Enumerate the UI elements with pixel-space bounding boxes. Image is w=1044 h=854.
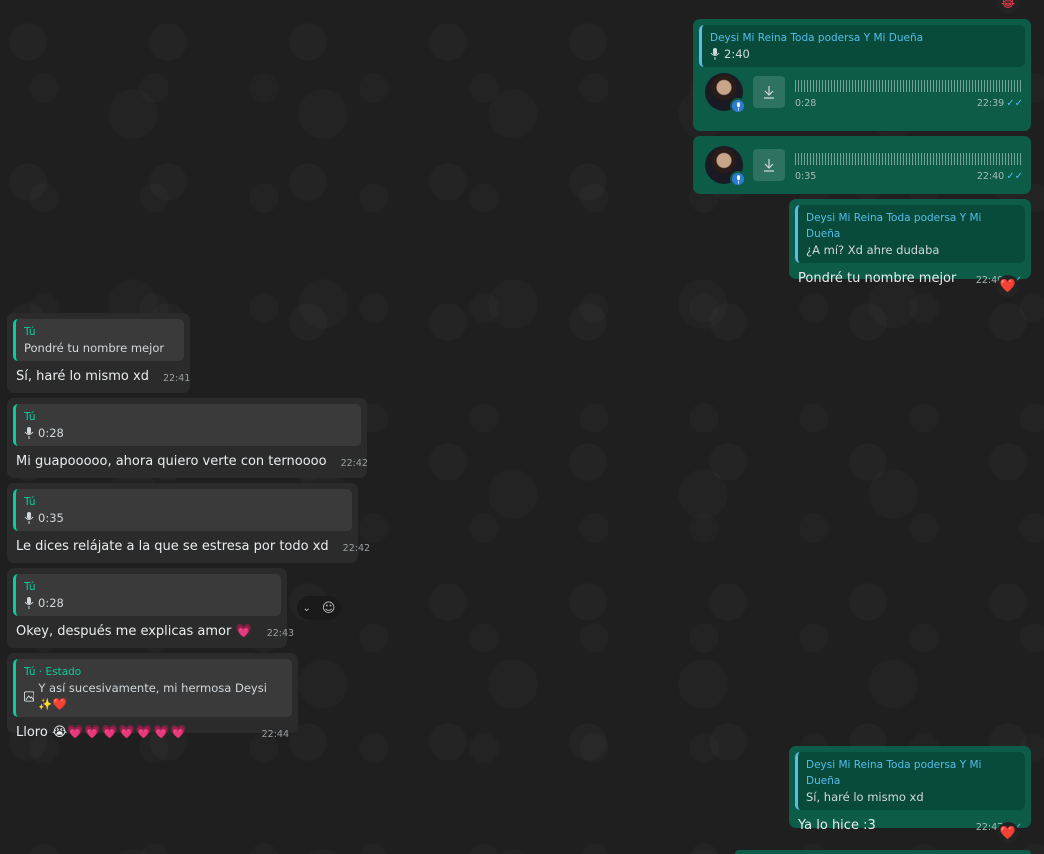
- quoted-message[interactable]: Tú 0:28: [13, 574, 281, 616]
- quote-text: ¿A mí? Xd ahre dudaba: [806, 243, 940, 257]
- quote-duration: 0:28: [38, 426, 64, 440]
- quote-duration: 2:40: [724, 47, 750, 61]
- message-outgoing[interactable]: [735, 850, 1031, 854]
- message-incoming[interactable]: Tú 0:28 Mi guapooooo, ahora quiero verte…: [7, 398, 368, 478]
- message-text: Pondré tu nombre mejor: [798, 271, 957, 286]
- avatar: [705, 146, 746, 187]
- quoted-message[interactable]: Tú 0:35: [13, 489, 352, 531]
- message-time: 22:39: [976, 97, 1005, 109]
- message-emoji: 💗: [235, 624, 253, 639]
- message-incoming[interactable]: Tú · Estado Y así sucesivamente, mi herm…: [7, 653, 298, 740]
- waveform[interactable]: [795, 79, 1023, 92]
- message-hover-controls: ⌄ ☺: [297, 596, 341, 620]
- message-text: Okey, después me explicas amor: [16, 624, 232, 639]
- reaction-badge[interactable]: 😂: [997, 0, 1019, 14]
- quote-author: Deysi Mi Reina Toda podersa Y Mi Dueña: [710, 32, 924, 44]
- download-button[interactable]: [753, 76, 785, 108]
- quoted-message[interactable]: Deysi Mi Reina Toda podersa Y Mi Dueña S…: [795, 752, 1025, 810]
- double-check-icon: ✓✓: [1006, 97, 1023, 109]
- emoji-icon[interactable]: ☺: [322, 601, 336, 616]
- quote-duration: 0:28: [38, 596, 64, 610]
- waveform[interactable]: [795, 152, 1023, 165]
- message-text: Sí, haré lo mismo xd: [16, 369, 149, 384]
- quoted-message[interactable]: Tú 0:28: [13, 404, 361, 446]
- quote-author: Deysi Mi Reina Toda podersa Y Mi Dueña: [806, 212, 982, 240]
- mic-icon: [710, 48, 720, 60]
- mic-icon: [730, 171, 746, 187]
- message-incoming[interactable]: Tú 0:28 Okey, después me explicas amor 💗…: [7, 568, 294, 648]
- reaction-badge[interactable]: ❤️: [997, 822, 1019, 844]
- mic-icon: [24, 427, 34, 439]
- quote-author: Tú: [24, 581, 36, 593]
- quote-author: Tú: [24, 326, 36, 338]
- message-outgoing-voice[interactable]: Deysi Mi Reina Toda podersa Y Mi Dueña 2…: [693, 19, 1031, 131]
- message-outgoing[interactable]: Deysi Mi Reina Toda podersa Y Mi Dueña S…: [789, 746, 1031, 833]
- message-time: 22:42: [340, 458, 368, 469]
- message-text: Ya lo hice :3: [798, 818, 876, 833]
- quote-text: Y así sucesivamente, mi hermosa Deysi ✨❤…: [38, 681, 267, 711]
- message-emoji: 💗💗💗💗💗💗💗: [67, 725, 188, 740]
- message-time: 22:42: [342, 543, 371, 554]
- quote-author: Tú: [24, 411, 36, 423]
- quote-duration: 0:35: [38, 511, 64, 525]
- quoted-message[interactable]: Tú · Estado Y así sucesivamente, mi herm…: [13, 659, 292, 717]
- message-time: 22:44: [261, 729, 289, 740]
- download-icon: [764, 159, 774, 172]
- message-outgoing[interactable]: Deysi Mi Reina Toda podersa Y Mi Dueña ¿…: [789, 199, 1031, 286]
- quote-text: Pondré tu nombre mejor: [24, 341, 165, 355]
- mic-icon: [730, 98, 746, 114]
- reaction-badge[interactable]: ❤️: [997, 275, 1019, 297]
- download-icon: [764, 86, 774, 99]
- quote-text: Sí, haré lo mismo xd: [806, 790, 924, 804]
- voice-duration: 0:28: [795, 97, 817, 109]
- message-incoming[interactable]: Tú Pondré tu nombre mejor Sí, haré lo mi…: [7, 313, 190, 393]
- message-text: Lloro 😭: [16, 725, 68, 740]
- voice-note: 0:35 22:40 ✓✓: [699, 142, 1025, 187]
- quoted-message[interactable]: Deysi Mi Reina Toda podersa Y Mi Dueña 2…: [699, 25, 1025, 67]
- quote-author: Deysi Mi Reina Toda podersa Y Mi Dueña: [806, 759, 982, 787]
- voice-note: 0:28 22:39 ✓✓: [699, 67, 1025, 114]
- voice-duration: 0:35: [795, 170, 817, 182]
- quoted-message[interactable]: Tú Pondré tu nombre mejor: [13, 319, 184, 361]
- quote-author: Tú: [24, 496, 36, 508]
- message-time: 22:41: [162, 373, 191, 384]
- chevron-down-icon[interactable]: ⌄: [303, 603, 311, 614]
- message-incoming[interactable]: Tú 0:35 Le dices relájate a la que se es…: [7, 483, 370, 563]
- message-time: 22:43: [266, 628, 295, 639]
- message-outgoing-voice[interactable]: 0:35 22:40 ✓✓: [693, 136, 1031, 194]
- mic-icon: [24, 597, 34, 609]
- avatar: [705, 73, 746, 114]
- double-check-icon: ✓✓: [1006, 170, 1023, 182]
- mic-icon: [24, 512, 34, 524]
- quoted-message[interactable]: Deysi Mi Reina Toda podersa Y Mi Dueña ¿…: [795, 205, 1025, 263]
- download-button[interactable]: [753, 149, 785, 181]
- image-icon: [24, 690, 35, 702]
- message-time: 22:40: [976, 170, 1005, 182]
- message-text: Mi guapooooo, ahora quiero verte con ter…: [16, 454, 327, 469]
- message-text: Le dices relájate a la que se estresa po…: [16, 539, 329, 554]
- quote-author: Tú · Estado: [24, 666, 82, 678]
